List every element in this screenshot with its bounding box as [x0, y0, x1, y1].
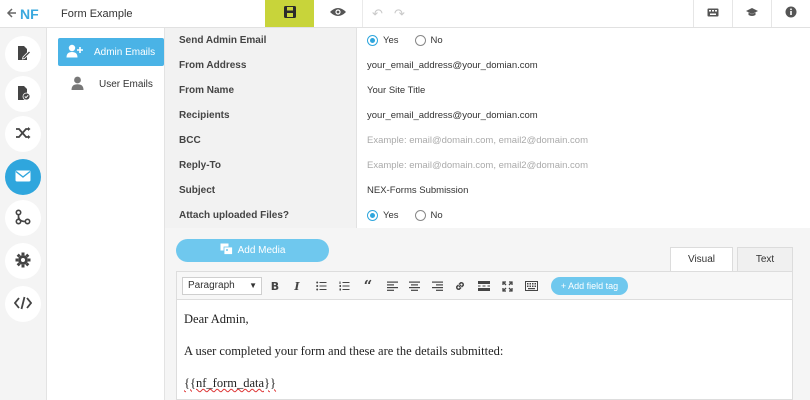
align-center-icon[interactable] — [404, 277, 424, 295]
send-admin-email-radio-group: Yes No — [367, 28, 810, 53]
subject-label: Subject — [165, 178, 357, 203]
attach-files-label: Attach uploaded Files? — [165, 203, 357, 228]
add-user-icon — [66, 44, 84, 61]
from-address-row: From Address your_email_address@your_dom… — [165, 53, 810, 78]
blockquote-icon[interactable]: “ — [358, 277, 378, 295]
tab-visual[interactable]: Visual — [670, 247, 733, 271]
from-address-label: From Address — [165, 53, 357, 78]
tutorials-button[interactable] — [732, 0, 771, 27]
undo-icon[interactable]: ↶ — [372, 6, 383, 22]
subject-input[interactable]: NEX-Forms Submission — [357, 178, 810, 203]
send-admin-email-label: Send Admin Email — [165, 28, 357, 53]
rail-integrations[interactable] — [5, 200, 41, 236]
body-line-greeting: Dear Admin, — [184, 312, 249, 326]
file-check-icon — [15, 85, 31, 104]
rail-form-builder[interactable] — [5, 36, 41, 72]
bullet-list-icon[interactable] — [311, 277, 331, 295]
body-line-intro: A user completed your form and these are… — [184, 344, 504, 358]
recipients-row: Recipients your_email_address@your_domia… — [165, 103, 810, 128]
form-edit-icon — [15, 45, 32, 64]
bold-icon[interactable]: B — [265, 277, 285, 295]
link-icon[interactable] — [450, 277, 470, 295]
envelope-icon — [15, 170, 31, 185]
align-right-icon[interactable] — [427, 277, 447, 295]
bcc-input[interactable]: Example: email@domain.com, email2@domain… — [357, 128, 810, 153]
submenu-item-user-emails[interactable]: User Emails — [58, 70, 164, 98]
info-icon — [785, 6, 797, 21]
align-left-icon[interactable] — [382, 277, 402, 295]
rail-embed-code[interactable] — [5, 286, 41, 322]
from-name-label: From Name — [165, 78, 357, 103]
caret-down-icon: ▼ — [249, 281, 257, 290]
info-button[interactable] — [771, 0, 810, 27]
from-address-input[interactable]: your_email_address@your_domian.com — [357, 53, 810, 78]
fullscreen-icon[interactable] — [497, 277, 517, 295]
email-body-content[interactable]: Dear Admin, A user completed your form a… — [184, 312, 503, 400]
from-name-row: From Name Your Site Title — [165, 78, 810, 103]
attach-files-no-radio[interactable]: No — [414, 203, 443, 228]
email-body-editor: Paragraph ▼ B I “ + Add field tag Dear A… — [176, 271, 793, 400]
admin-email-settings: Send Admin Email Yes No From Address you… — [165, 28, 810, 400]
reply-to-input[interactable]: Example: email@domain.com, email2@domain… — [357, 153, 810, 178]
form-title: Form Example — [61, 8, 133, 20]
rail-submissions[interactable] — [5, 76, 41, 112]
bcc-row: BCC Example: email@domain.com, email2@do… — [165, 128, 810, 153]
format-select[interactable]: Paragraph ▼ — [182, 277, 262, 295]
add-media-label: Add Media — [237, 245, 286, 256]
gear-icon — [15, 252, 31, 271]
nex-forms-logo[interactable]: NF — [20, 6, 44, 22]
send-admin-email-yes-radio[interactable]: Yes — [367, 28, 399, 53]
add-media-button[interactable]: Add Media — [176, 239, 329, 262]
attach-files-radio-group: Yes No — [367, 203, 810, 228]
body-line-form-data-tag: {{nf_form_data}} — [184, 376, 277, 390]
user-icon — [71, 76, 84, 93]
send-admin-email-row: Send Admin Email Yes No — [165, 28, 810, 53]
top-bar: NF Form Example ↶ ↷ — [0, 0, 810, 28]
numbered-list-icon[interactable] — [334, 277, 354, 295]
submenu-item-admin-emails[interactable]: Admin Emails — [58, 38, 164, 66]
reply-to-label: Reply-To — [165, 153, 357, 178]
left-icon-rail — [0, 28, 47, 400]
workflow-icon — [15, 208, 31, 228]
graduation-cap-icon — [745, 7, 759, 21]
from-name-input[interactable]: Your Site Title — [357, 78, 810, 103]
preview-button[interactable] — [314, 0, 363, 27]
email-submenu: Admin Emails User Emails — [48, 28, 165, 400]
recipients-input[interactable]: your_email_address@your_domian.com — [357, 103, 810, 128]
read-more-icon[interactable] — [474, 277, 494, 295]
submenu-item-label: User Emails — [99, 78, 153, 90]
tab-text[interactable]: Text — [737, 247, 793, 271]
keyboard-icon[interactable] — [521, 277, 541, 295]
send-admin-email-no-radio[interactable]: No — [414, 28, 443, 53]
eye-icon — [329, 6, 347, 21]
rail-emails[interactable] — [5, 159, 41, 195]
recipients-label: Recipients — [165, 103, 357, 128]
bcc-label: BCC — [165, 128, 357, 153]
redo-icon[interactable]: ↷ — [394, 6, 405, 22]
italic-icon[interactable]: I — [287, 277, 307, 295]
keyboard-icon — [707, 8, 719, 20]
save-icon — [283, 5, 297, 22]
save-button[interactable] — [265, 0, 314, 27]
attach-files-row: Attach uploaded Files? Yes No — [165, 203, 810, 228]
attach-files-yes-radio[interactable]: Yes — [367, 203, 399, 228]
shuffle-icon — [15, 126, 31, 143]
media-icon — [220, 243, 238, 258]
add-field-tag-button[interactable]: + Add field tag — [551, 277, 628, 295]
back-arrow-icon[interactable] — [5, 6, 19, 22]
rail-conditional-logic[interactable] — [5, 116, 41, 152]
code-icon — [13, 296, 33, 313]
subject-row: Subject NEX-Forms Submission — [165, 178, 810, 203]
submenu-item-label: Admin Emails — [94, 46, 156, 58]
keyboard-shortcuts-button[interactable] — [693, 0, 732, 27]
reply-to-row: Reply-To Example: email@domain.com, emai… — [165, 153, 810, 178]
editor-toolbar: Paragraph ▼ B I “ + Add field tag — [177, 272, 792, 300]
rail-settings[interactable] — [5, 243, 41, 279]
